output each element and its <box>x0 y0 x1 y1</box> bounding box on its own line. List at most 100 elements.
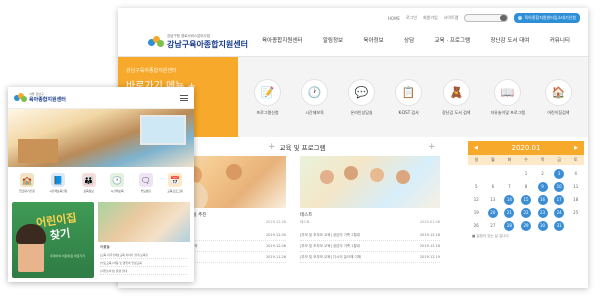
mobile-notice-list: [교육 미국경제][교육 이야기 쉽게 보육을 [부모교육] 아동 및 영유아 … <box>100 251 188 275</box>
site-logo[interactable]: 강남구청 경로서비스분야사업 강남구육아종합지원센터 <box>148 34 248 50</box>
list-item[interactable]: [부모 및 조부모 교육] 공감의 가족 1월대 2019.12.18 <box>300 241 440 252</box>
calendar-day-event[interactable]: 20 <box>487 208 498 218</box>
calendar-day[interactable]: 7 <box>504 182 514 192</box>
quick-link-program[interactable]: 📝 프로그램신청 <box>254 78 282 116</box>
calendar-day-event[interactable]: 10 <box>554 182 565 192</box>
calendar-day[interactable]: 19 <box>471 208 481 218</box>
nav-item-education[interactable]: 교육 · 프로그램 <box>430 36 474 44</box>
list-item[interactable]: [교육 미국경제][교육 이야기 쉽게 보육을 <box>100 251 188 259</box>
book-icon: 📖 <box>494 78 522 106</box>
quick-link-online-counsel[interactable]: 💬 온라인상담실 <box>348 78 376 116</box>
search-input[interactable] <box>464 14 509 22</box>
calendar-day-event[interactable]: 31 <box>554 221 565 231</box>
mobile-header: 서울 강남구 육아종합지원센터 <box>8 87 194 109</box>
nav-item-counsel[interactable]: 상담 <box>400 36 418 44</box>
plus-icon[interactable]: + <box>428 142 436 152</box>
calendar-day-event[interactable]: 15 <box>520 195 531 205</box>
calendar-day-event[interactable]: 9 <box>537 182 548 192</box>
calendar-day[interactable]: 1 <box>521 169 531 179</box>
program-photo[interactable] <box>98 202 190 242</box>
nav-item-info[interactable]: 육아정보 <box>359 36 387 44</box>
calendar-day-event[interactable]: 21 <box>504 208 515 218</box>
calendar-day-event[interactable]: 14 <box>504 195 515 205</box>
calendar-day[interactable]: 8 <box>521 182 531 192</box>
quick-link-kdst[interactable]: 📋 K-DST 검사 <box>395 78 423 116</box>
quick-link-playroom[interactable]: 📖 자유놀이및 프로그램 <box>490 78 525 116</box>
book-icon: 📘 <box>51 173 66 187</box>
card-date: 2019.12.26 <box>265 220 286 224</box>
nav-item-rental[interactable]: 장난감 도서 대여 <box>486 36 533 44</box>
menu-icon[interactable] <box>180 94 188 101</box>
mobile-link[interactable]: 🗨 부모상담 <box>138 173 153 193</box>
chat-icon: 🗨 <box>138 173 153 187</box>
mobile-link[interactable]: 🕐 시간제보육 <box>110 173 125 193</box>
quick-link-timecare[interactable]: 🕐 시간제보육 <box>301 78 329 116</box>
calendar-days: 1 2 3 4 5 6 7 8 9 10 11 12 13 14 15 16 17 18 19 20 21 22 23 24 2… <box>468 165 584 231</box>
mobile-screenshot: 서울 강남구 육아종합지원센터 🏫 입소대기신청 📘 시간제보육신청 👪 보육정보 🕐… <box>8 87 194 282</box>
card-date: 2020.01.06 <box>419 220 440 224</box>
util-sitemap-link[interactable]: 사이트맵 <box>444 15 459 21</box>
program-card-image[interactable] <box>300 156 440 208</box>
calendar-day-event[interactable]: 28 <box>504 221 515 231</box>
chevron-right-icon[interactable]: ▶ <box>574 145 578 151</box>
util-login-link[interactable]: 로그인 <box>406 15 417 21</box>
logo-mark-icon <box>14 93 27 102</box>
calendar-day-event[interactable]: 16 <box>537 195 548 205</box>
calendar-day[interactable]: 25 <box>571 208 581 218</box>
list-item[interactable]: [부모 및 조부모 교육] 공감의 가족 2월대 2019.12.18 <box>300 230 440 241</box>
mobile-link[interactable]: 📘 시간제보육신청 <box>49 173 67 193</box>
calendar-day[interactable]: 12 <box>471 195 481 205</box>
quick-link-daycare-search[interactable]: 🏠 어린이집검색 <box>544 78 572 116</box>
clock-icon: 🕐 <box>301 78 329 106</box>
list-item[interactable]: [부모 및 조부모 교육] 다시의 놀이해 이해 2019.12.19 <box>300 252 440 263</box>
clipboard-icon: 📝 <box>254 78 282 106</box>
clock-icon: 🕐 <box>110 173 125 187</box>
plus-icon[interactable]: + <box>268 142 276 152</box>
calendar-day-event[interactable]: 17 <box>554 195 565 205</box>
card-caption[interactable]: 테스트 테스트 2020.01.06 <box>300 212 440 225</box>
nav-item-community[interactable]: 커뮤니티 <box>546 36 574 44</box>
search-icon[interactable] <box>500 15 508 21</box>
quick-link-toy-search[interactable]: 🧸 장난감 도서 검색 <box>442 78 470 116</box>
calendar-day[interactable]: 18 <box>571 195 581 205</box>
util-home-link[interactable]: HOME <box>388 16 400 21</box>
quick-icon-row: 📝 프로그램신청 🕐 시간제보육 💬 온라인상담실 📋 K-DST 검사 🧸 장난감 도서… <box>238 57 588 137</box>
calendar-day[interactable]: 4 <box>571 169 581 179</box>
chevron-left-icon[interactable]: ◀ <box>474 145 478 151</box>
calendar-icon: 📅 <box>167 173 182 187</box>
calendar-day[interactable]: 2 <box>538 169 548 179</box>
calendar-day-event[interactable]: 24 <box>554 208 565 218</box>
child-icon <box>518 16 523 20</box>
calendar-day[interactable]: 13 <box>488 195 498 205</box>
calendar-day-event[interactable]: 23 <box>537 208 548 218</box>
section-more: + <box>428 142 436 152</box>
main-nav: 육아종합지원센터 알림정보 육아정보 상담 교육 · 프로그램 장난감 도서 대… <box>258 36 574 44</box>
list-item[interactable]: [자유놀이실] 운영 안내 <box>100 267 188 275</box>
calendar-day-event[interactable]: 22 <box>520 208 531 218</box>
calendar-day[interactable]: 11 <box>571 182 581 192</box>
calendar-day-event[interactable]: 3 <box>554 169 565 179</box>
daycare-search-banner[interactable]: 어린이집 찾기 우리아이 어린이집 바로가기 <box>12 202 94 278</box>
school-icon: 🏫 <box>19 173 34 187</box>
waitlist-button[interactable]: 육아종합지원센터입소대기신청 <box>514 13 580 23</box>
mobile-link[interactable]: 📅 교육프로그램 <box>167 173 183 193</box>
logo-mark-icon <box>148 36 164 48</box>
nav-item-center[interactable]: 육아종합지원센터 <box>258 36 306 44</box>
mobile-link[interactable]: 🏫 입소대기신청 <box>19 173 35 193</box>
weekday-label: 토 <box>573 157 578 162</box>
mobile-logo[interactable]: 서울 강남구 육아종합지원센터 <box>29 92 66 103</box>
calendar-day[interactable]: 27 <box>488 221 498 231</box>
calendar-day[interactable]: 26 <box>471 221 481 231</box>
quick-menu-small: 강남구육아종합지원센터 <box>126 68 177 74</box>
calendar-day-event[interactable]: 29 <box>520 221 531 231</box>
nav-item-notice[interactable]: 알림정보 <box>319 36 347 44</box>
card-title: 테스트 <box>300 213 313 218</box>
list-item[interactable]: [부모교육] 아동 및 영유아 인성교육 <box>100 259 188 267</box>
weekday-label: 목 <box>540 157 545 162</box>
weekday-label: 금 <box>557 157 561 162</box>
mobile-link[interactable]: 👪 보육정보 <box>81 173 96 193</box>
calendar-day-event[interactable]: 30 <box>537 221 548 231</box>
calendar-day[interactable]: 5 <box>471 182 481 192</box>
util-join-link[interactable]: 회원가입 <box>423 15 438 21</box>
calendar-day[interactable]: 6 <box>488 182 498 192</box>
